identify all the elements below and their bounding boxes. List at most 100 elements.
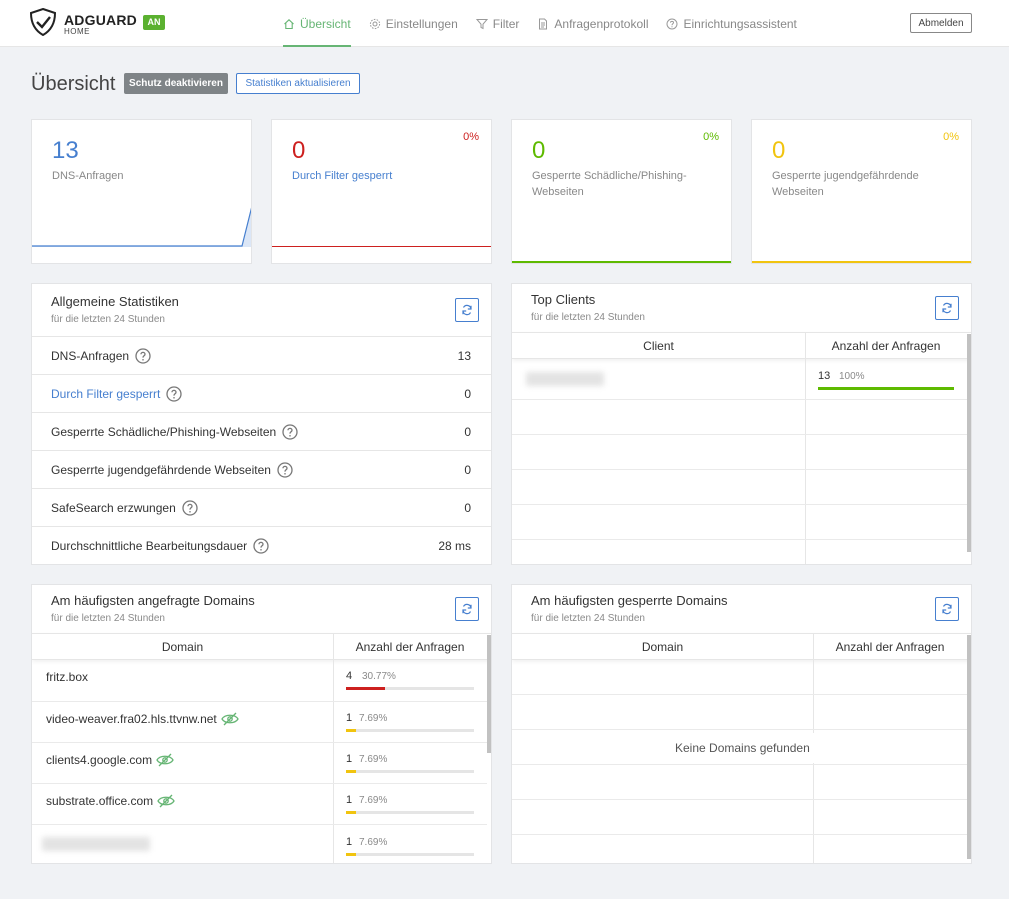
brand-subtitle: HOME — [64, 27, 90, 36]
row-value: 0 — [464, 463, 471, 477]
stat-label: Gesperrte Schädliche/Phishing-Webseiten — [532, 170, 687, 198]
stat-label[interactable]: Durch Filter gesperrt — [292, 168, 462, 184]
stats-row: Durchschnittliche Bearbeitungsdauer 28 m… — [32, 526, 491, 564]
table-header: Client Anzahl der Anfragen — [512, 332, 971, 359]
stat-value: 0 — [292, 137, 306, 164]
nav-item-setup-guide[interactable]: Einrichtungsassistent — [666, 0, 797, 47]
stat-value: 13 — [52, 137, 79, 164]
stat-value: 0 — [532, 137, 546, 164]
row-label: DNS-Anfragen — [51, 349, 130, 363]
column-header-domain[interactable]: Domain — [512, 634, 813, 660]
row-label-link[interactable]: Durch Filter gesperrt — [51, 387, 160, 401]
nav-item-label: Filter — [492, 16, 520, 31]
column-header-count[interactable]: Anzahl der Anfragen — [814, 634, 966, 660]
column-header-domain[interactable]: Domain — [32, 634, 333, 660]
request-count: 13 — [818, 370, 831, 382]
panel-title: Allgemeine Statistiken — [51, 294, 179, 309]
refresh-statistics-button[interactable]: Statistiken aktualisieren — [236, 73, 360, 94]
stat-card-adult-blocked: 0% 0 Gesperrte jugendgefährdende Webseit… — [751, 119, 972, 264]
progress-bar — [346, 853, 474, 856]
client-name-redacted — [526, 372, 604, 386]
nav-item-settings[interactable]: Einstellungen — [369, 0, 458, 47]
table-row — [512, 695, 967, 730]
stat-card-malware-blocked: 0% 0 Gesperrte Schädliche/Phishing-Webse… — [511, 119, 732, 264]
stat-percent: 0% — [463, 131, 479, 143]
top-clients-panel: Top Clients für die letzten 24 Stunden C… — [511, 283, 972, 565]
help-icon[interactable] — [182, 500, 198, 516]
stats-row: Durch Filter gesperrt 0 — [32, 374, 491, 412]
table-row: substrate.office.com 1 7.69% — [32, 784, 487, 825]
help-icon[interactable] — [277, 462, 293, 478]
column-header-count[interactable]: Anzahl der Anfragen — [334, 634, 486, 660]
dns-queries-sparkline — [32, 207, 251, 247]
malware-blocked-sparkline — [512, 261, 731, 263]
refresh-icon — [462, 304, 472, 316]
panel-subtitle: für die letzten 24 Stunden — [51, 613, 165, 624]
progress-bar — [818, 387, 954, 390]
request-count: 1 — [346, 794, 353, 806]
table-row — [512, 765, 967, 800]
help-icon[interactable] — [135, 348, 151, 364]
refresh-icon — [942, 603, 952, 615]
table-row — [512, 800, 967, 835]
table-row — [512, 661, 967, 695]
filter-icon — [475, 18, 488, 29]
panel-title: Top Clients — [531, 292, 596, 307]
progress-bar — [346, 687, 474, 690]
domain-name[interactable]: video-weaver.fra02.hls.ttvnw.net — [46, 712, 239, 726]
nav-item-overview[interactable]: Übersicht — [283, 0, 351, 47]
table-header: Domain Anzahl der Anfragen — [32, 633, 491, 660]
progress-bar-fill — [346, 687, 386, 690]
request-count: 1 — [346, 836, 353, 848]
tracker-eye-icon[interactable] — [156, 753, 174, 767]
help-icon[interactable] — [282, 424, 298, 440]
filter-blocked-sparkline — [272, 246, 491, 247]
help-icon[interactable] — [253, 538, 269, 554]
adult-blocked-sparkline — [752, 261, 971, 263]
table-header: Domain Anzahl der Anfragen — [512, 633, 971, 660]
panel-subtitle: für die letzten 24 Stunden — [531, 613, 645, 624]
top-queried-domains-panel: Am häufigsten angefragte Domains für die… — [31, 584, 492, 864]
scrollbar[interactable] — [967, 334, 971, 552]
nav-item-filters[interactable]: Filter — [475, 0, 520, 47]
panel-subtitle: für die letzten 24 Stunden — [531, 312, 645, 323]
disable-protection-button[interactable]: Schutz deaktivieren — [124, 73, 228, 94]
request-count: 4 — [346, 670, 353, 682]
table-row: video-weaver.fra02.hls.ttvnw.net 1 7.69% — [32, 702, 487, 743]
column-header-client[interactable]: Client — [512, 333, 805, 359]
row-value: 0 — [464, 425, 471, 439]
tracker-eye-icon[interactable] — [221, 712, 239, 726]
nav-item-query-log[interactable]: Anfragenprotokoll — [537, 0, 648, 47]
tracker-eye-icon[interactable] — [157, 794, 175, 808]
row-value: 0 — [464, 501, 471, 515]
refresh-button[interactable] — [935, 296, 959, 320]
domain-name[interactable]: fritz.box — [46, 670, 88, 684]
scrollbar[interactable] — [487, 635, 491, 753]
stat-label: Gesperrte jugendgefährdende Webseiten — [772, 170, 919, 198]
request-percent: 7.69% — [359, 795, 388, 806]
nav-item-label: Einstellungen — [385, 16, 458, 31]
logout-button[interactable]: Abmelden — [910, 13, 972, 33]
refresh-icon — [942, 302, 952, 314]
refresh-button[interactable] — [455, 597, 479, 621]
row-label: Durchschnittliche Bearbeitungsdauer — [51, 539, 248, 553]
stat-label: DNS-Anfragen — [52, 170, 124, 182]
request-percent: 7.69% — [359, 837, 388, 848]
help-icon[interactable] — [166, 386, 183, 402]
document-icon — [539, 18, 548, 29]
scrollbar[interactable] — [967, 635, 971, 859]
table-row — [512, 505, 967, 540]
domain-name[interactable]: substrate.office.com — [46, 794, 175, 808]
table-row: fritz.box 4 30.77% — [32, 661, 487, 702]
row-label: Gesperrte Schädliche/Phishing-Webseiten — [51, 425, 277, 439]
nav-item-label: Anfragenprotokoll — [554, 16, 649, 31]
column-header-count[interactable]: Anzahl der Anfragen — [806, 333, 966, 359]
progress-bar — [346, 770, 474, 773]
stats-row: SafeSearch erzwungen 0 — [32, 488, 491, 526]
domain-name[interactable]: clients4.google.com — [46, 753, 174, 767]
domain-name-redacted — [42, 837, 150, 851]
progress-bar-fill — [818, 387, 954, 390]
refresh-button[interactable] — [455, 298, 479, 322]
adguard-shield-logo[interactable] — [30, 8, 56, 36]
refresh-button[interactable] — [935, 597, 959, 621]
